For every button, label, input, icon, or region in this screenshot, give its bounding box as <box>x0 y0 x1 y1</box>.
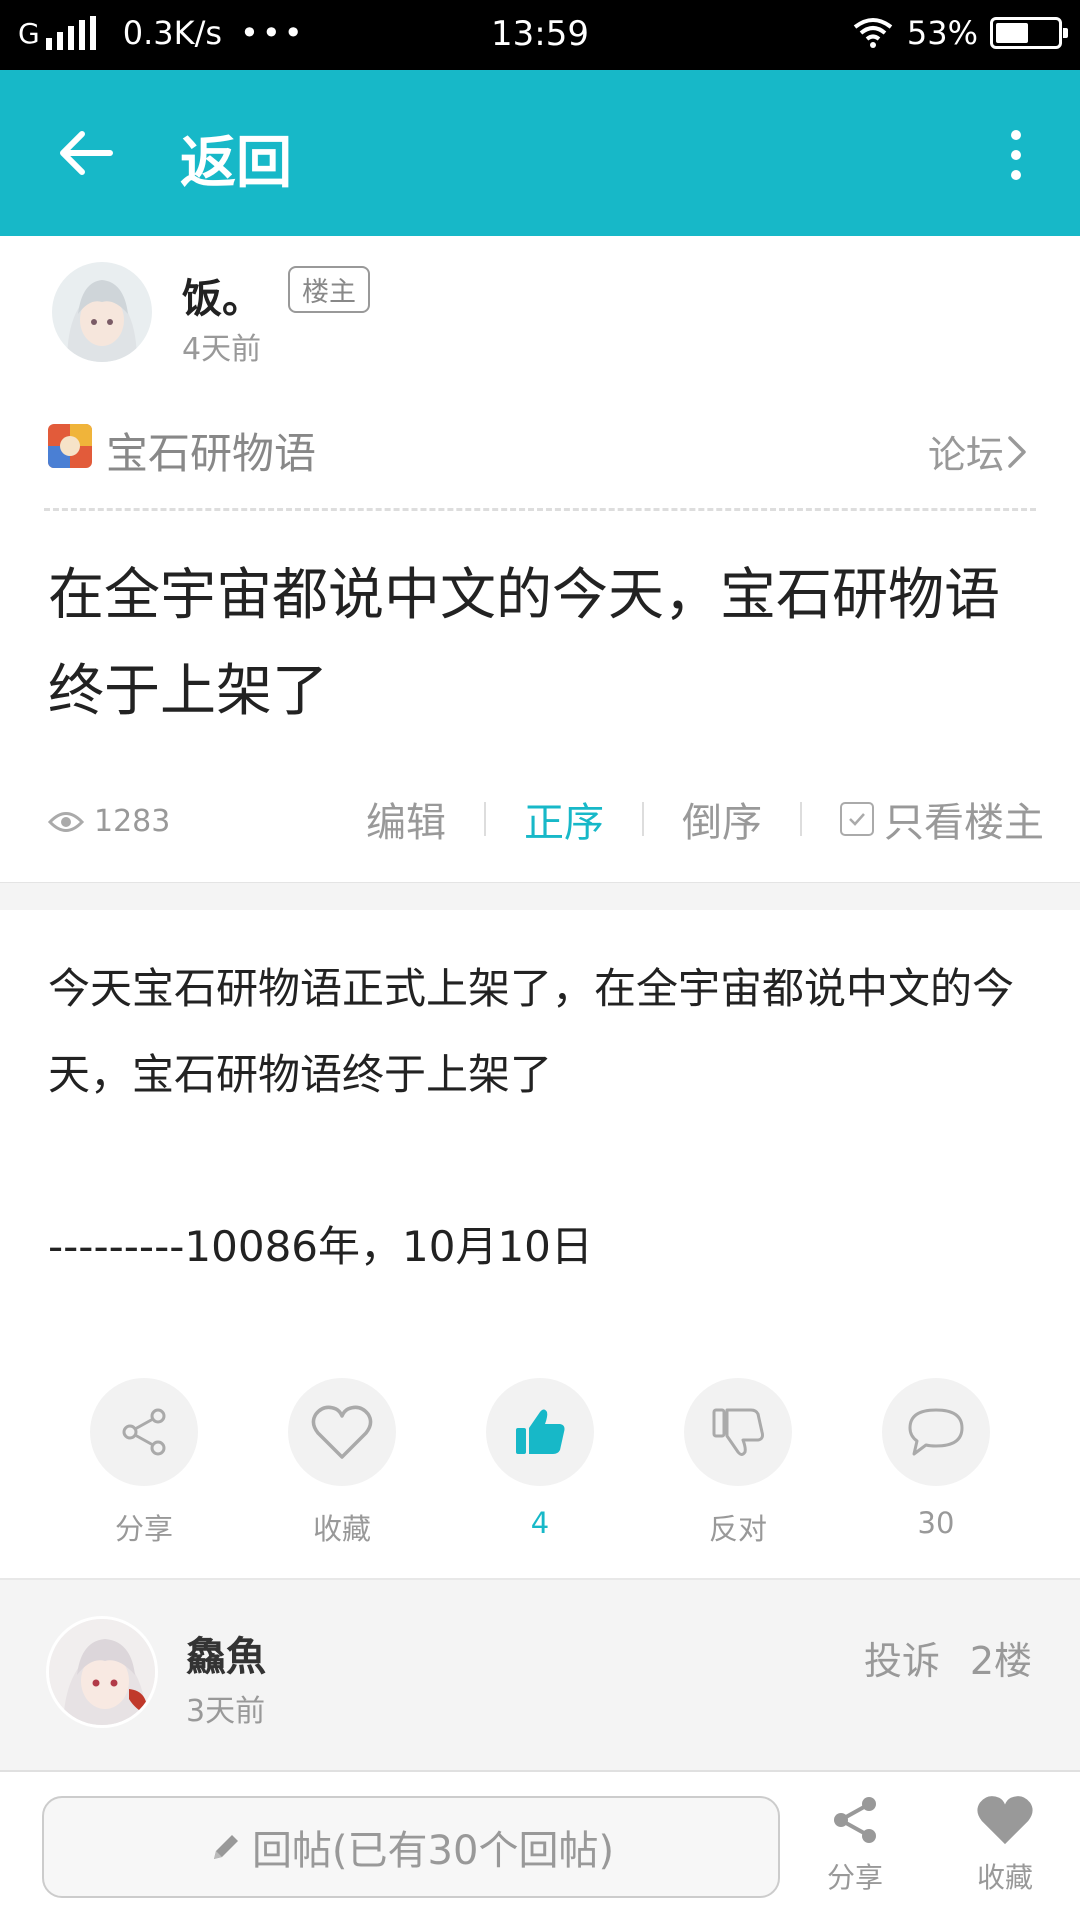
share-circle[interactable] <box>90 1378 198 1486</box>
section-gap <box>0 882 1080 910</box>
separator <box>642 802 644 836</box>
sort-actions: 编辑 正序 倒序 只看楼主 <box>366 790 1044 848</box>
pencil-icon <box>213 1835 238 1859</box>
comment-count: 30 <box>917 1506 955 1540</box>
owner-only-toggle[interactable]: 只看楼主 <box>884 790 1044 848</box>
oppose-action[interactable]: 反对 <box>678 1378 798 1548</box>
post-actions: 分享 收藏 4 反对 30 <box>0 1378 1080 1546</box>
sort-desc-button[interactable]: 倒序 <box>682 790 762 848</box>
share-icon <box>834 1797 876 1843</box>
chevron-right-icon <box>1008 435 1026 468</box>
share-label: 分享 <box>114 1512 173 1546</box>
post-time: 4天前 <box>182 332 262 367</box>
forum-link-label: 论坛 <box>927 433 1004 477</box>
favorite-action[interactable]: 收藏 <box>282 1378 402 1548</box>
view-count-value: 1283 <box>94 804 171 839</box>
like-count: 4 <box>530 1506 550 1540</box>
forum-link[interactable]: 论坛 <box>928 424 1030 479</box>
reply-input-placeholder: 回帖(已有30个回帖) <box>251 1828 615 1874</box>
reply-input[interactable]: 回帖(已有30个回帖) <box>42 1796 780 1898</box>
reply-item: 鱻魚 3天前 投诉 2楼 <box>0 1578 1080 1770</box>
battery-percent: 53% <box>906 14 978 52</box>
game-icon <box>48 424 92 468</box>
game-name[interactable]: 宝石研物语 <box>106 420 316 481</box>
app-toolbar: 返回 <box>0 70 1080 236</box>
share-action[interactable]: 分享 <box>84 1378 204 1548</box>
status-right: 53% <box>853 14 1068 52</box>
post-author: 饭。 楼主 4天前 <box>0 236 1080 386</box>
back-label[interactable]: 返回 <box>180 118 292 199</box>
author-name[interactable]: 饭。 <box>182 266 262 324</box>
dashed-divider <box>44 508 1036 511</box>
view-count: 1283 <box>48 804 170 839</box>
bottom-favorite-label: 收藏 <box>976 1861 1033 1894</box>
favorite-circle[interactable] <box>288 1378 396 1486</box>
reply-author-name[interactable]: 鱻魚 <box>186 1624 266 1682</box>
separator <box>800 802 802 836</box>
forum-row: 宝石研物语 论坛 <box>0 400 1080 511</box>
author-avatar[interactable] <box>52 262 152 362</box>
battery-icon <box>990 17 1068 49</box>
comment-circle[interactable] <box>882 1378 990 1486</box>
bottom-favorite-button[interactable]: 收藏 <box>950 1792 1060 1896</box>
reply-avatar[interactable] <box>46 1616 158 1728</box>
thumbs-down-icon <box>712 1408 764 1456</box>
floor-number: 2楼 <box>969 1639 1032 1683</box>
edit-button[interactable]: 编辑 <box>366 790 446 848</box>
bottom-bar: 回帖(已有30个回帖) 分享 收藏 <box>0 1770 1080 1920</box>
bottom-share-button[interactable]: 分享 <box>800 1792 910 1896</box>
op-badge: 楼主 <box>288 266 370 313</box>
post-title: 在全宇宙都说中文的今天，宝石研物语终于上架了 <box>48 563 1000 724</box>
post-body-signature: ---------10086年，10月10日 <box>48 1222 593 1271</box>
checkbox-icon[interactable] <box>840 802 874 836</box>
like-action[interactable]: 4 <box>480 1378 600 1540</box>
share-icon <box>122 1408 166 1456</box>
comment-action[interactable]: 30 <box>876 1378 996 1540</box>
thumbs-up-icon <box>516 1409 565 1454</box>
bottom-share-label: 分享 <box>826 1861 883 1894</box>
more-vertical-icon[interactable] <box>996 125 1036 185</box>
like-circle[interactable] <box>486 1378 594 1486</box>
heart-icon <box>311 1405 373 1459</box>
wifi-icon <box>853 18 893 48</box>
meta-row: 1283 编辑 正序 倒序 只看楼主 <box>0 790 1080 860</box>
comment-icon <box>908 1408 964 1456</box>
oppose-label: 反对 <box>708 1512 767 1546</box>
battery-fill <box>996 23 1028 43</box>
oppose-circle[interactable] <box>684 1378 792 1486</box>
post-body: 今天宝石研物语正式上架了，在全宇宙都说中文的今天，宝石研物语终于上架了 ----… <box>48 946 1038 1290</box>
eye-icon <box>48 811 84 832</box>
sort-asc-button[interactable]: 正序 <box>524 790 604 848</box>
heart-icon <box>977 1796 1033 1845</box>
separator <box>484 802 486 836</box>
reply-time: 3天前 <box>186 1694 266 1729</box>
arrow-left-icon[interactable] <box>50 118 120 188</box>
report-button[interactable]: 投诉 <box>864 1630 940 1685</box>
status-bar: G 0.3K/s ••• 13:59 53% <box>0 0 1080 70</box>
post-body-paragraph: 今天宝石研物语正式上架了，在全宇宙都说中文的今天，宝石研物语终于上架了 <box>48 964 1015 1099</box>
favorite-label: 收藏 <box>312 1512 371 1546</box>
